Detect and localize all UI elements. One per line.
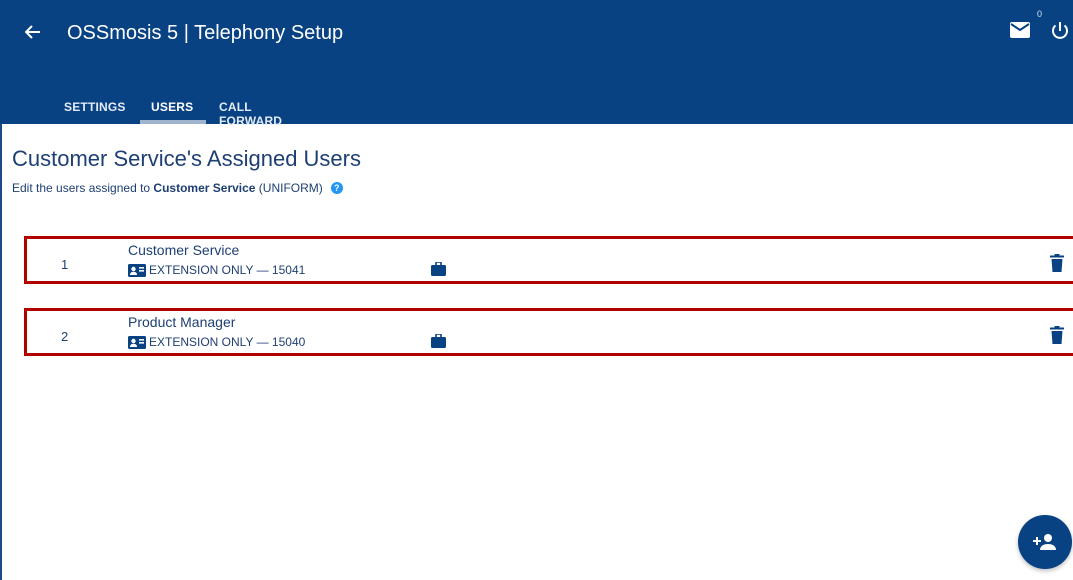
- trash-icon: [1050, 254, 1064, 272]
- mail-button[interactable]: [1010, 22, 1034, 42]
- back-button[interactable]: [22, 20, 44, 44]
- power-icon: [1052, 22, 1068, 39]
- app-title: OSSmosis 5 | Telephony Setup: [67, 22, 344, 44]
- page-subtitle: Edit the users assigned to Customer Serv…: [12, 181, 343, 195]
- subtitle-group-name: Customer Service: [153, 181, 256, 195]
- add-person-icon: [1033, 534, 1056, 550]
- active-tab-indicator: [140, 120, 206, 124]
- user-extension: EXTENSION ONLY — 15040: [128, 335, 305, 349]
- user-row[interactable]: 2 Product Manager EXTENSION ONLY — 15040: [24, 308, 1073, 356]
- user-extension-text: EXTENSION ONLY — 15040: [149, 335, 306, 349]
- delete-user-button[interactable]: [1050, 326, 1064, 344]
- delete-user-button[interactable]: [1050, 254, 1064, 272]
- app-header: OSSmosis 5 | Telephony Setup 0 SETTINGS …: [0, 0, 1073, 128]
- subtitle-suffix: (UNIFORM): [255, 181, 323, 195]
- page-title: Customer Service's Assigned Users: [12, 146, 361, 171]
- user-index: 1: [61, 257, 69, 272]
- mail-icon: [1010, 22, 1030, 38]
- user-row[interactable]: 1 Customer Service EXTENSION ONLY — 1504…: [24, 236, 1073, 284]
- user-name: Customer Service: [128, 242, 240, 258]
- briefcase-icon: [431, 334, 446, 348]
- tab-call-forward[interactable]: CALL FORWARD: [219, 100, 282, 128]
- trash-icon: [1050, 326, 1064, 344]
- user-extension: EXTENSION ONLY — 15041: [128, 263, 305, 277]
- contact-card-icon: [128, 335, 146, 349]
- add-user-button[interactable]: [1018, 515, 1072, 569]
- tab-settings[interactable]: SETTINGS: [64, 100, 126, 114]
- subtitle-prefix: Edit the users assigned to: [12, 181, 154, 195]
- contact-card-icon: [128, 263, 146, 277]
- tab-users[interactable]: USERS: [151, 100, 193, 114]
- help-icon[interactable]: ?: [330, 182, 343, 194]
- user-extension-text: EXTENSION ONLY — 15041: [149, 263, 306, 277]
- user-name: Product Manager: [128, 314, 236, 330]
- briefcase-icon: [431, 262, 446, 276]
- mail-count-badge: 0: [1037, 9, 1043, 19]
- arrow-left-icon: [25, 25, 40, 39]
- user-index: 2: [61, 329, 69, 344]
- power-button[interactable]: [1049, 20, 1073, 44]
